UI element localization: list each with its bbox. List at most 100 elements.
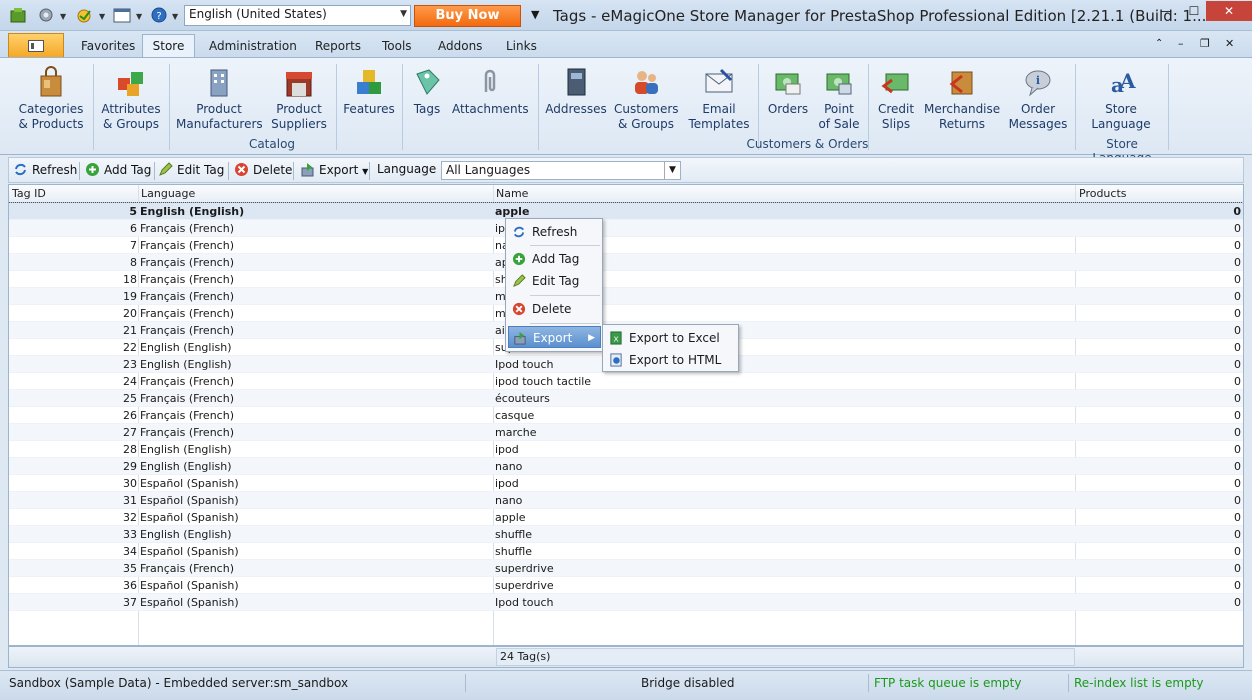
application-menu-button[interactable] [8, 33, 64, 58]
delete-button[interactable]: Delete [234, 162, 292, 177]
ribbon-label: & Groups [103, 117, 159, 131]
message-bubble-icon: i [1025, 70, 1051, 97]
ribbon-label: Orders [767, 102, 809, 116]
tab-addons[interactable]: Addons [438, 39, 482, 53]
minimize-icon[interactable]: — [1152, 1, 1180, 21]
storefront-icon [286, 72, 312, 97]
window-layout-icon[interactable] [113, 7, 131, 23]
table-row[interactable]: 25 Français (French) écouteurs 0 [9, 390, 1243, 407]
table-row[interactable]: 7Français (French)nano0 [9, 237, 1243, 254]
column-header-name[interactable]: Name [496, 187, 528, 200]
table-row[interactable]: 27 Français (French) marche 0 [9, 424, 1243, 441]
table-row[interactable]: 18Français (French)shuffle0 [9, 271, 1243, 288]
table-row[interactable]: 36 Español (Spanish) superdrive 0 [9, 577, 1243, 594]
table-row[interactable]: 35 Français (French) superdrive 0 [9, 560, 1243, 577]
column-header-products[interactable]: Products [1079, 187, 1127, 200]
language-filter-select[interactable]: All Languages ▼ [441, 161, 681, 180]
cell-tag-id: 18 [123, 273, 137, 286]
context-add-tag[interactable]: Add Tag [508, 248, 601, 270]
tab-tools[interactable]: Tools [382, 39, 412, 53]
tags-grid[interactable]: Tag ID Language Name Products 5 English (… [8, 184, 1244, 646]
ribbon-label: Language [1091, 117, 1151, 131]
mdi-minimize-icon[interactable]: – [1178, 37, 1184, 50]
qat-customize-icon[interactable]: ▼ [531, 8, 539, 21]
refresh-icon [15, 163, 26, 176]
table-row[interactable]: 5 English (English) apple 0 [9, 202, 1243, 221]
context-export[interactable]: Export ▶ [508, 326, 601, 348]
settings-icon[interactable] [37, 7, 55, 23]
ui-language-select[interactable]: English (United States) ▼ [184, 5, 411, 26]
ribbon-product-manufacturers[interactable]: Product Manufacturers [176, 66, 263, 132]
ribbon-tags[interactable]: Tags [408, 66, 446, 117]
cell-products: 0 [1234, 477, 1241, 490]
export-submenu: X Export to Excel Export to HTML [602, 324, 739, 372]
context-refresh[interactable]: Refresh [508, 221, 601, 243]
ribbon-email-templates[interactable]: Email Templates [686, 66, 752, 132]
cell-tag-id: 35 [123, 562, 137, 575]
ribbon-merchandise-returns[interactable]: Merchandise Returns [924, 66, 1000, 132]
status-reindex: Re-index list is empty [1074, 676, 1204, 690]
close-icon[interactable]: ✕ [1206, 1, 1252, 21]
column-header-language[interactable]: Language [141, 187, 195, 200]
layout-dropdown-icon[interactable]: ▼ [136, 12, 142, 21]
help-icon[interactable]: ? [150, 7, 168, 23]
ribbon-collapse-icon[interactable]: ⌃ [1155, 38, 1163, 49]
tab-links[interactable]: Links [506, 39, 537, 53]
ribbon-store-language[interactable]: aA Store Language [1086, 66, 1156, 132]
ribbon-customers-groups[interactable]: Customers & Groups [614, 66, 679, 132]
table-row[interactable]: 37 Español (Spanish) Ipod touch 0 [9, 594, 1243, 611]
update-dropdown-icon[interactable]: ▼ [99, 12, 105, 21]
table-row[interactable]: 34 Español (Spanish) shuffle 0 [9, 543, 1243, 560]
buy-now-button[interactable]: Buy Now [414, 5, 521, 27]
context-edit-tag[interactable]: Edit Tag [508, 270, 601, 292]
ribbon-attributes-groups[interactable]: Attributes & Groups [98, 66, 164, 132]
ribbon-label: Point [824, 102, 854, 116]
help-dropdown-icon[interactable]: ▼ [172, 12, 178, 21]
tab-store[interactable]: Store [142, 34, 195, 59]
table-row[interactable]: 20Français (French)macbook air0 [9, 305, 1243, 322]
table-row[interactable]: 24 Français (French) ipod touch tactile 0 [9, 373, 1243, 390]
return-box-icon [949, 71, 973, 95]
add-tag-button[interactable]: Add Tag [85, 162, 151, 177]
export-to-excel[interactable]: X Export to Excel [605, 327, 735, 349]
ribbon-orders[interactable]: Orders [764, 66, 812, 117]
ribbon-product-suppliers[interactable]: Product Suppliers [268, 66, 330, 132]
cell-products: 0 [1234, 426, 1241, 439]
paperclip-icon [484, 69, 496, 92]
update-icon[interactable] [76, 7, 94, 23]
edit-tag-button[interactable]: Edit Tag [158, 162, 224, 177]
refresh-button[interactable]: Refresh [13, 162, 77, 177]
export-button[interactable]: Export ▼ [300, 162, 368, 177]
ribbon-attachments[interactable]: Attachments [452, 66, 529, 117]
ribbon-categories-products[interactable]: Categories & Products [16, 66, 86, 132]
maximize-icon[interactable]: ☐ [1180, 1, 1208, 21]
ribbon-credit-slips[interactable]: Credit Slips [874, 66, 918, 132]
ribbon-order-messages[interactable]: i Order Messages [1008, 66, 1068, 132]
add-icon [86, 163, 99, 176]
table-row[interactable]: 8Français (French)apple0 [9, 254, 1243, 271]
ribbon-point-of-sale[interactable]: Point of Sale [816, 66, 862, 132]
ribbon-features[interactable]: Features [342, 66, 396, 117]
context-delete[interactable]: Delete [508, 298, 601, 320]
app-logo-icon[interactable] [9, 7, 27, 23]
settings-dropdown-icon[interactable]: ▼ [60, 12, 66, 21]
cell-tag-id: 8 [130, 256, 137, 269]
ribbon-addresses[interactable]: Addresses [545, 66, 607, 117]
menu-separator [530, 295, 600, 296]
table-row[interactable]: 32 Español (Spanish) apple 0 [9, 509, 1243, 526]
table-row[interactable]: 28 English (English) ipod 0 [9, 441, 1243, 458]
table-row[interactable]: 19Français (French)macbook0 [9, 288, 1243, 305]
table-row[interactable]: 31 Español (Spanish) nano 0 [9, 492, 1243, 509]
table-row[interactable]: 6Français (French)ipod0 [9, 220, 1243, 237]
mdi-restore-icon[interactable]: ❐ [1200, 37, 1210, 50]
mdi-close-icon[interactable]: ✕ [1225, 37, 1234, 50]
tab-administration[interactable]: Administration [209, 39, 297, 53]
column-header-tag-id[interactable]: Tag ID [12, 187, 46, 200]
table-row[interactable]: 29 English (English) nano 0 [9, 458, 1243, 475]
table-row[interactable]: 33 English (English) shuffle 0 [9, 526, 1243, 543]
table-row[interactable]: 26 Français (French) casque 0 [9, 407, 1243, 424]
tab-reports[interactable]: Reports [315, 39, 361, 53]
tab-favorites[interactable]: Favorites [81, 39, 135, 53]
table-row[interactable]: 30 Español (Spanish) ipod 0 [9, 475, 1243, 492]
export-to-html[interactable]: Export to HTML [605, 349, 735, 371]
